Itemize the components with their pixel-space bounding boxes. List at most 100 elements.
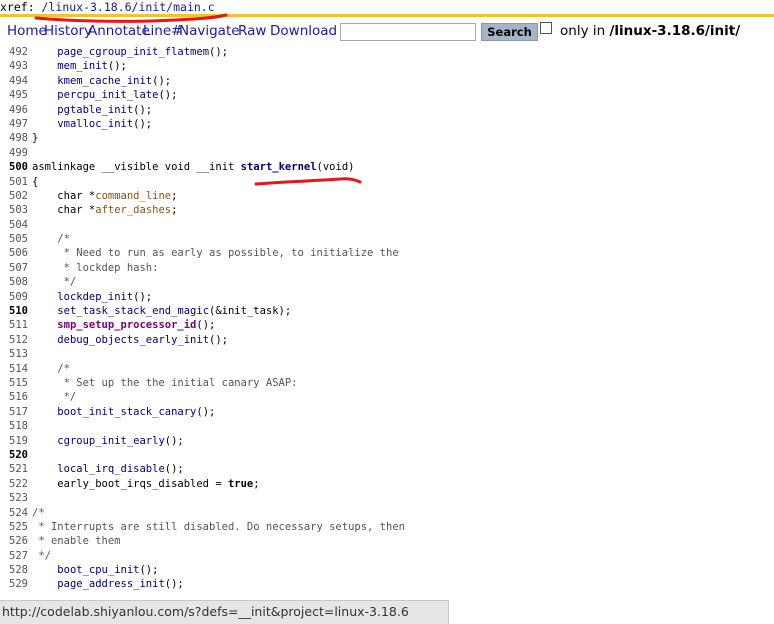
nav-annotate-link[interactable]: Annotate <box>88 23 150 39</box>
nav-navigate-link[interactable]: Navigate <box>179 23 240 39</box>
line-number-link[interactable]: 510 <box>0 304 28 318</box>
code-line: 492 page_cgroup_init_flatmem(); <box>0 45 774 59</box>
line-number-link[interactable]: 505 <box>0 232 28 246</box>
code-line: 526 * enable them <box>0 534 774 548</box>
line-number-link[interactable]: 495 <box>0 88 28 102</box>
only-in-checkbox[interactable] <box>540 22 552 34</box>
code-line: 529 page_address_init(); <box>0 577 774 591</box>
line-number-link[interactable]: 508 <box>0 275 28 289</box>
code-line: 515 * Set up the the initial canary ASAP… <box>0 376 774 390</box>
code-text: page_cgroup_init_flatmem(); <box>57 46 228 58</box>
code-line: 518 <box>0 419 774 433</box>
line-number-link[interactable]: 518 <box>0 419 28 433</box>
code-text: * enable them <box>32 535 121 548</box>
line-number-link[interactable]: 527 <box>0 549 28 563</box>
code-text: page_address_init(); <box>57 578 184 591</box>
code-text: /* <box>32 233 70 246</box>
code-text: asmlinkage __visible void __init start_k… <box>32 161 355 174</box>
code-text: /* <box>32 506 45 519</box>
line-number-link[interactable]: 509 <box>0 290 28 304</box>
code-text: /* <box>32 362 70 375</box>
code-line: 517 boot_init_stack_canary(); <box>0 405 774 419</box>
line-number-link[interactable]: 528 <box>0 563 28 577</box>
nav-home-link[interactable]: Home <box>7 23 47 39</box>
code-line: 504 <box>0 218 774 232</box>
line-number-link[interactable]: 507 <box>0 261 28 275</box>
search-input[interactable] <box>340 23 476 41</box>
code-line: 514 /* <box>0 362 774 376</box>
code-line: 524 /* <box>0 506 774 520</box>
line-number-link[interactable]: 514 <box>0 362 28 376</box>
search-button[interactable]: Search <box>481 23 538 41</box>
line-number-link[interactable]: 521 <box>0 462 28 476</box>
line-number-link[interactable]: 512 <box>0 333 28 347</box>
line-number-link[interactable]: 524 <box>0 506 28 520</box>
nav-raw-link[interactable]: Raw <box>238 23 266 39</box>
only-in-label: only in /linux-3.18.6/init/ <box>560 23 740 39</box>
code-line: 500 asmlinkage __visible void __init star… <box>0 160 774 174</box>
code-text: * lockdep hash: <box>32 261 159 274</box>
code-text: */ <box>32 276 77 289</box>
code-text: char *command_line; <box>57 189 178 202</box>
line-number-link[interactable]: 526 <box>0 534 28 548</box>
code-line: 511 smp_setup_processor_id(); <box>0 318 774 332</box>
line-number-link[interactable]: 523 <box>0 491 28 505</box>
line-number-link[interactable]: 519 <box>0 434 28 448</box>
code-line: 516 */ <box>0 390 774 404</box>
line-number-link[interactable]: 493 <box>0 59 28 73</box>
code-text: vmalloc_init(); <box>57 117 153 130</box>
line-number-link[interactable]: 492 <box>0 45 28 59</box>
code-line: 502 char *command_line; <box>0 189 774 203</box>
code-text: local_irq_disable(); <box>57 463 184 476</box>
line-number-link[interactable]: 500 <box>0 160 28 174</box>
line-number-link[interactable]: 520 <box>0 448 28 462</box>
line-number-link[interactable]: 494 <box>0 74 28 88</box>
code-text: */ <box>32 549 51 562</box>
line-number-link[interactable]: 504 <box>0 218 28 232</box>
xref-bar: xref: /linux-3.18.6/init/main.c <box>0 0 774 14</box>
line-number-link[interactable]: 497 <box>0 117 28 131</box>
code-line: 523 <box>0 491 774 505</box>
nav-line-link[interactable]: Line# <box>143 23 182 39</box>
code-line: 509 lockdep_init(); <box>0 290 774 304</box>
line-number-link[interactable]: 499 <box>0 146 28 160</box>
navigation-bar: Home History Annotate Line# Navigate Raw… <box>0 17 774 45</box>
code-line: 513 <box>0 347 774 361</box>
nav-download-link[interactable]: Download <box>270 23 337 39</box>
line-number-link[interactable]: 522 <box>0 477 28 491</box>
line-number-link[interactable]: 511 <box>0 318 28 332</box>
code-line: 494 kmem_cache_init(); <box>0 74 774 88</box>
nav-history-link[interactable]: History <box>44 23 92 39</box>
line-number-link[interactable]: 525 <box>0 520 28 534</box>
line-number-link[interactable]: 513 <box>0 347 28 361</box>
code-text: */ <box>32 391 77 404</box>
line-number-link[interactable]: 506 <box>0 246 28 260</box>
line-number-link[interactable]: 515 <box>0 376 28 390</box>
line-number-link[interactable]: 496 <box>0 103 28 117</box>
line-number-link[interactable]: 517 <box>0 405 28 419</box>
line-number-link[interactable]: 501 <box>0 175 28 189</box>
line-number-link[interactable]: 498 <box>0 131 28 145</box>
line-number-link[interactable]: 529 <box>0 577 28 591</box>
line-number-link[interactable]: 516 <box>0 390 28 404</box>
code-text: boot_init_stack_canary(); <box>57 405 216 418</box>
line-number-link[interactable]: 503 <box>0 203 28 217</box>
code-line: 495 percpu_init_late(); <box>0 88 774 102</box>
line-number-link[interactable]: 502 <box>0 189 28 203</box>
code-text: lockdep_init(); <box>57 290 153 303</box>
code-text: smp_setup_processor_id(); <box>57 319 216 332</box>
code-line: 512 debug_objects_early_init(); <box>0 333 774 347</box>
xref-label: xref: <box>0 0 42 14</box>
only-in-prefix: only in <box>560 23 610 39</box>
code-line: 522 early_boot_irqs_disabled = true; <box>0 477 774 491</box>
code-text: set_task_stack_end_magic(&init_task); <box>57 305 292 318</box>
code-line: 497 vmalloc_init(); <box>0 117 774 131</box>
code-line: 520 <box>0 448 774 462</box>
code-text: } <box>32 132 39 145</box>
code-text: percpu_init_late(); <box>57 89 178 102</box>
code-line: 521 local_irq_disable(); <box>0 462 774 476</box>
code-text: pgtable_init(); <box>57 103 153 116</box>
code-text: mem_init(); <box>57 60 127 73</box>
xref-path-link[interactable]: /linux-3.18.6/init/main.c <box>42 0 215 14</box>
code-line: 493 mem_init(); <box>0 59 774 73</box>
